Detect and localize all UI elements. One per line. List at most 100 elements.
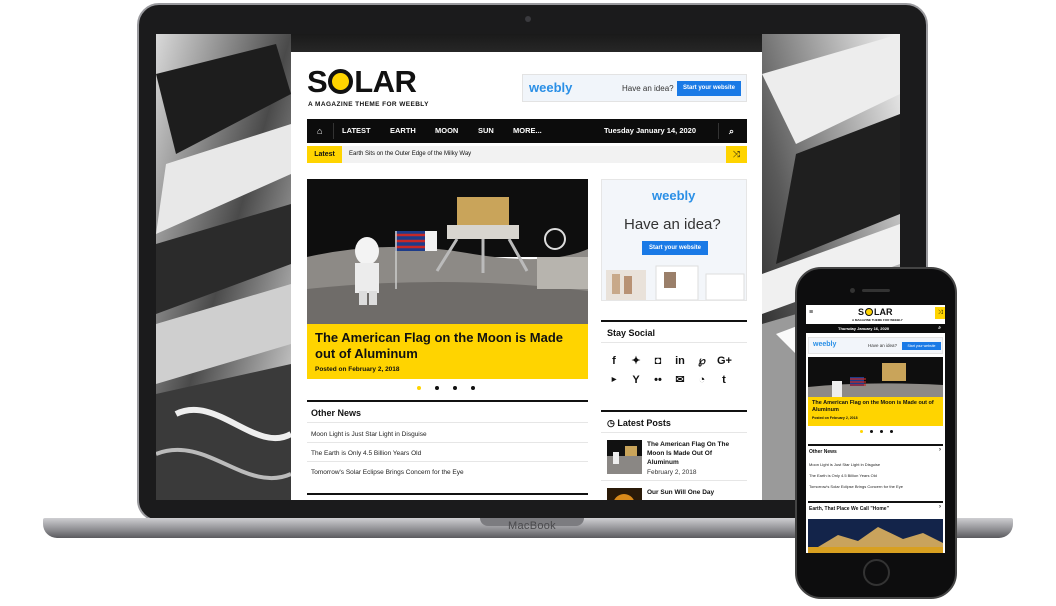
facebook-icon[interactable]: f (607, 354, 621, 368)
ad-text: Have an idea? (622, 84, 674, 93)
post-thumbnail (607, 440, 642, 474)
list-item[interactable]: Tomorrow's Solar Eclipse Brings Concern … (311, 469, 464, 476)
nav-item-latest[interactable]: LATEST (342, 119, 371, 143)
section-rule (808, 444, 943, 446)
sun-icon (328, 69, 354, 94)
post-title[interactable]: Our Sun Will One Day (647, 488, 742, 497)
list-item[interactable]: Moon Light is Just Star Light in Disguis… (311, 431, 427, 438)
hero-date: Posted on February 2, 2018 (812, 416, 858, 420)
slider-dot[interactable] (890, 430, 893, 433)
divider (601, 342, 747, 343)
list-item[interactable]: The Earth is Only 4.5 Billion Years Old (311, 450, 421, 457)
post-date: February 2, 2018 (647, 469, 697, 476)
sun-icon (865, 308, 874, 316)
yahoo-icon[interactable]: Y (629, 373, 643, 387)
other-news-heading: Other News (311, 408, 362, 418)
hero-slider[interactable]: The American Flag on the Moon is Made ou… (307, 179, 588, 379)
google-plus-icon[interactable]: G+ (717, 354, 732, 368)
feature-heading: Earth, That Place We Call "Home" (809, 506, 889, 512)
phone-home-button[interactable] (863, 559, 890, 586)
latest-ticker: Latest Earth Sits on the Outer Edge of t… (307, 146, 747, 163)
ad-start-button[interactable]: Start your website (677, 81, 741, 96)
post-title[interactable]: The American Flag On The Moon Is Made Ou… (647, 440, 742, 467)
nav-date: Tuesday January 14, 2020 (604, 126, 696, 135)
pinterest-icon[interactable]: ℘ (695, 354, 709, 368)
site-tagline: A MAGAZINE THEME FOR WEEBLY (852, 318, 903, 322)
ad-text: Have an idea? (868, 343, 898, 348)
linkedin-icon[interactable]: in (673, 354, 687, 368)
list-item[interactable]: Tomorrow's Solar Eclipse Brings Concern … (809, 484, 903, 489)
banner-ad[interactable]: weebly Have an idea? Start your website (808, 337, 943, 354)
slider-dot[interactable] (453, 386, 457, 390)
slider-dot[interactable] (471, 386, 475, 390)
ad-preview-image (606, 265, 745, 300)
ticker-headline[interactable]: Earth Sits on the Outer Edge of the Milk… (349, 146, 471, 163)
hero-title[interactable]: The American Flag on the Moon is Made ou… (812, 400, 939, 414)
flickr-icon[interactable]: •• (651, 373, 665, 387)
youtube-icon[interactable]: ▶ (607, 373, 621, 387)
slider-dot[interactable] (435, 386, 439, 390)
shuffle-icon[interactable]: ⤨ (935, 307, 945, 319)
twitter-icon[interactable]: ✦ (629, 354, 643, 368)
ad-start-button[interactable]: Start your website (902, 342, 941, 350)
divider (307, 422, 588, 423)
hero-caption: The American Flag on the Moon is Made ou… (808, 397, 943, 426)
hero-date: Posted on February 2, 2018 (315, 366, 400, 373)
divider (307, 461, 588, 462)
stay-social-heading: Stay Social (607, 328, 656, 338)
weebly-logo: weebly (529, 80, 573, 95)
site-logo[interactable]: S LAR (307, 66, 417, 98)
post-thumbnail (607, 488, 642, 500)
list-item[interactable]: The Earth is Only 4.5 Billion Years Old (809, 473, 877, 478)
section-rule (307, 493, 588, 495)
site-logo[interactable]: S LAR (858, 307, 893, 317)
list-item[interactable]: Moon Light is Just Star Light in Disguis… (809, 462, 880, 467)
phone-speaker (862, 289, 890, 292)
weebly-logo: weebly (652, 188, 696, 203)
hero-title[interactable]: The American Flag on the Moon is Made ou… (315, 330, 580, 362)
chevron-right-icon[interactable]: › (939, 447, 941, 453)
sidebar-ad[interactable]: weebly Have an idea? Start your website (601, 179, 747, 301)
slider-dot[interactable] (860, 430, 863, 433)
nav-item-more[interactable]: MORE... (513, 119, 542, 143)
clock-icon: ◷ (607, 418, 618, 428)
other-news-heading: Other News (809, 449, 837, 455)
divider (601, 432, 747, 433)
latest-posts-heading: ◷ Latest Posts (607, 418, 671, 428)
home-icon[interactable]: ⌂ (317, 119, 322, 143)
section-rule (601, 410, 747, 412)
nav-divider (333, 123, 334, 139)
section-rule (307, 400, 588, 402)
slider-dot[interactable] (417, 386, 421, 390)
search-icon[interactable]: ⌕ (729, 119, 734, 143)
date-text: Thursday January 16, 2020 (838, 326, 890, 331)
ticker-label: Latest (307, 146, 342, 163)
moon-landing-image (307, 179, 588, 324)
slider-dot[interactable] (880, 430, 883, 433)
nav-item-earth[interactable]: EARTH (390, 119, 416, 143)
nav-item-moon[interactable]: MOON (435, 119, 458, 143)
top-banner-ad[interactable]: weebly Have an idea? Start your website (522, 74, 747, 102)
site-page: S LAR A MAGAZINE THEME FOR WEEBLY weebly … (291, 52, 762, 500)
email-icon[interactable]: ✉ (673, 373, 687, 387)
rss-icon[interactable]: ◔ (695, 373, 709, 387)
menu-icon[interactable]: ≡ (809, 309, 813, 316)
feature-image[interactable] (808, 519, 943, 553)
slider-dot[interactable] (870, 430, 873, 433)
nav-divider (718, 123, 719, 139)
section-rule (808, 501, 943, 503)
ad-text: Have an idea? (624, 216, 721, 233)
ad-start-button[interactable]: Start your website (642, 241, 708, 255)
site-tagline: A MAGAZINE THEME FOR WEEBLY (308, 101, 429, 108)
laptop-screen: S LAR A MAGAZINE THEME FOR WEEBLY weebly … (156, 34, 900, 500)
nav-item-sun[interactable]: SUN (478, 119, 494, 143)
chevron-right-icon[interactable]: › (939, 504, 941, 510)
shuffle-icon[interactable]: ⤨ (726, 146, 747, 163)
search-icon[interactable]: ⌕ (938, 324, 941, 333)
weebly-logo: weebly (813, 341, 837, 348)
instagram-icon[interactable]: ◘ (651, 354, 665, 368)
section-rule (601, 320, 747, 322)
divider (601, 480, 747, 481)
main-nav: ⌂ LATEST EARTH MOON SUN MORE... Tuesday … (307, 119, 747, 143)
tumblr-icon[interactable]: t (717, 373, 731, 387)
